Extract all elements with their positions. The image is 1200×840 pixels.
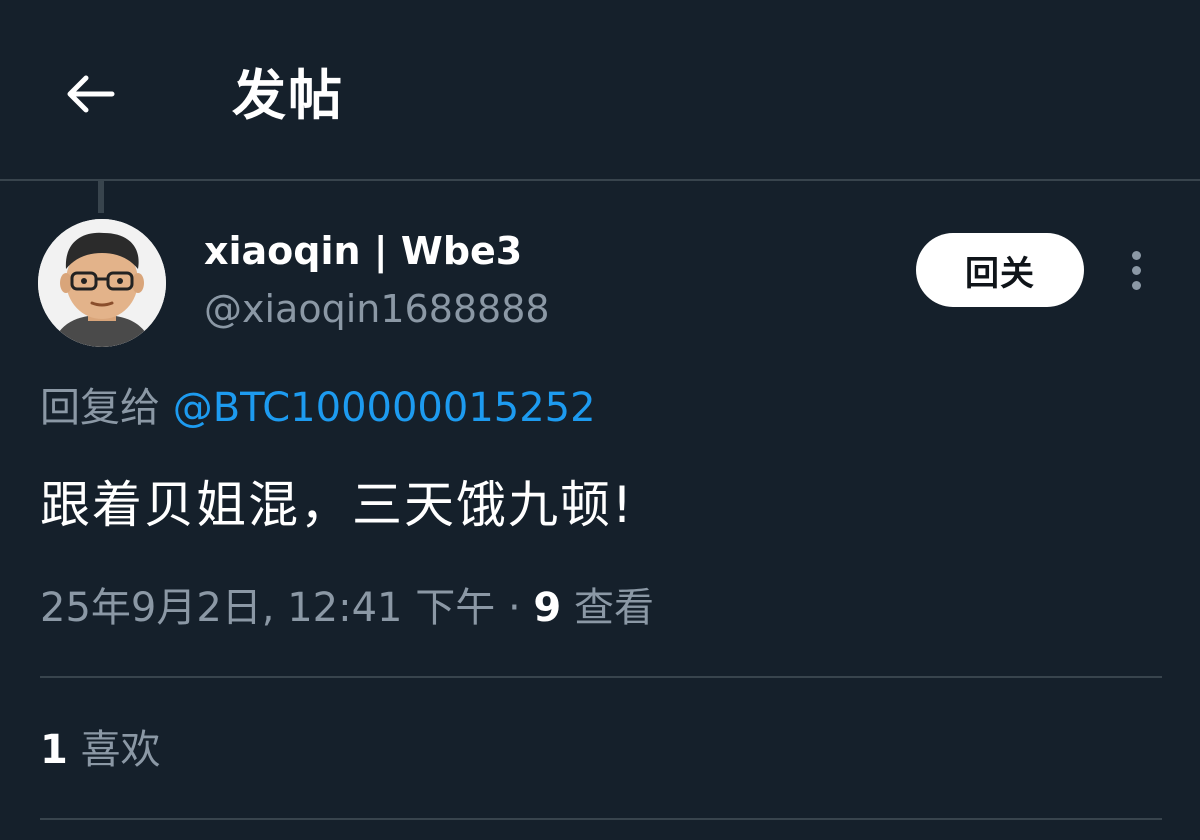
meta-separator: · [507, 585, 521, 631]
tweet-meta: 25年9月2日, 12:41 下午 · 9 查看 [40, 580, 654, 636]
reply-mention-link[interactable]: @BTC100000015252 [173, 385, 596, 431]
more-vertical-icon-dot [1131, 250, 1141, 260]
follow-back-button[interactable]: 回关 [916, 233, 1084, 307]
views-count: 9 [533, 585, 562, 631]
likes-count: 1 [40, 727, 68, 773]
more-options-button[interactable] [1112, 246, 1160, 294]
page-title: 发帖 [232, 64, 344, 127]
more-vertical-icon-dot [1131, 265, 1141, 275]
top-bar: 发帖 [0, 0, 1200, 180]
more-vertical-icon-dot [1131, 280, 1141, 290]
header-divider [0, 179, 1200, 181]
reply-context: 回复给 @BTC100000015252 [40, 380, 596, 436]
tweet-text: 跟着贝姐混，三天饿九顿! [40, 476, 635, 534]
back-button[interactable] [52, 56, 128, 132]
thread-connector-line [98, 181, 104, 213]
author-handle[interactable]: @xiaoqin1688888 [204, 282, 550, 336]
reply-prefix: 回复给 [40, 385, 160, 431]
tweet-time[interactable]: 12:41 下午 [287, 585, 495, 631]
likes-link[interactable]: 1 喜欢 [40, 722, 161, 778]
cartoon-avatar-icon [38, 219, 166, 347]
arrow-left-icon [67, 75, 115, 113]
views-label: 查看 [573, 585, 654, 631]
likes-divider [40, 818, 1162, 820]
likes-label: 喜欢 [80, 727, 161, 773]
author-display-name[interactable]: xiaoqin | Wbe3 [204, 224, 522, 278]
tweet-date[interactable]: 25年9月2日, [40, 585, 275, 631]
avatar[interactable] [38, 219, 166, 347]
meta-divider [40, 676, 1162, 678]
